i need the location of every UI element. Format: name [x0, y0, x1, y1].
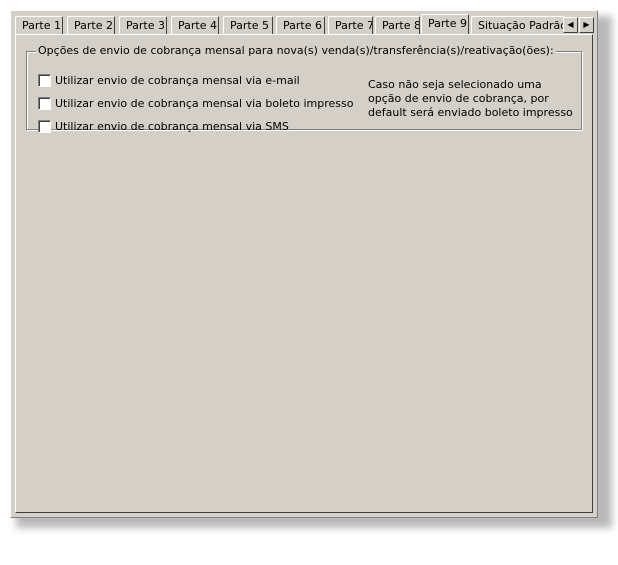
tab-parte-4[interactable]: Parte 4 [171, 16, 219, 34]
default-billing-note: Caso não seja selecionado uma opção de e… [368, 78, 573, 119]
option-boleto-label[interactable]: Utilizar envio de cobrança mensal via bo… [55, 97, 353, 110]
groupbox-title: Opções de envio de cobrança mensal para … [36, 44, 556, 57]
tab-control-window: Parte 1 Parte 2 Parte 3 Parte 4 Parte 5 … [10, 10, 598, 518]
option-sms-checkbox[interactable] [38, 120, 51, 133]
tab-parte-3[interactable]: Parte 3 [119, 16, 167, 34]
tab-label: Parte 6 [283, 19, 322, 32]
tab-situacao-padrao[interactable]: Situação Padrão N [471, 16, 565, 34]
tab-parte-1[interactable]: Parte 1 [15, 16, 63, 34]
tab-label: Parte 5 [230, 19, 269, 32]
tab-parte-5[interactable]: Parte 5 [223, 16, 273, 34]
option-sms-label[interactable]: Utilizar envio de cobrança mensal via SM… [55, 120, 289, 133]
tab-parte-6[interactable]: Parte 6 [276, 16, 325, 34]
tab-label: Situação Padrão N [478, 19, 565, 32]
tab-scroll-right-button[interactable]: ▶ [579, 17, 594, 33]
tab-label: Parte 1 [22, 19, 61, 32]
tab-label: Parte 9 [428, 17, 467, 30]
tab-label: Parte 3 [126, 19, 165, 32]
tab-parte-9[interactable]: Parte 9 [421, 14, 469, 34]
tab-label: Parte 2 [74, 19, 113, 32]
scroll-left-arrow-icon: ◀ [567, 20, 574, 29]
tab-parte-2[interactable]: Parte 2 [67, 16, 115, 34]
tab-scroll-left-button[interactable]: ◀ [563, 17, 578, 33]
tab-parte-8[interactable]: Parte 8 [375, 16, 420, 34]
tab-page-parte-9: Opções de envio de cobrança mensal para … [15, 34, 593, 513]
tab-label: Parte 8 [382, 19, 420, 32]
tab-parte-7[interactable]: Parte 7 [328, 16, 373, 34]
option-boleto-checkbox[interactable] [38, 97, 51, 110]
scroll-right-arrow-icon: ▶ [583, 20, 590, 29]
tab-strip: Parte 1 Parte 2 Parte 3 Parte 4 Parte 5 … [15, 14, 595, 34]
option-email-checkbox[interactable] [38, 74, 51, 87]
tab-label: Parte 7 [335, 19, 373, 32]
tab-label: Parte 4 [178, 19, 217, 32]
option-email-label[interactable]: Utilizar envio de cobrança mensal via e-… [55, 74, 300, 87]
